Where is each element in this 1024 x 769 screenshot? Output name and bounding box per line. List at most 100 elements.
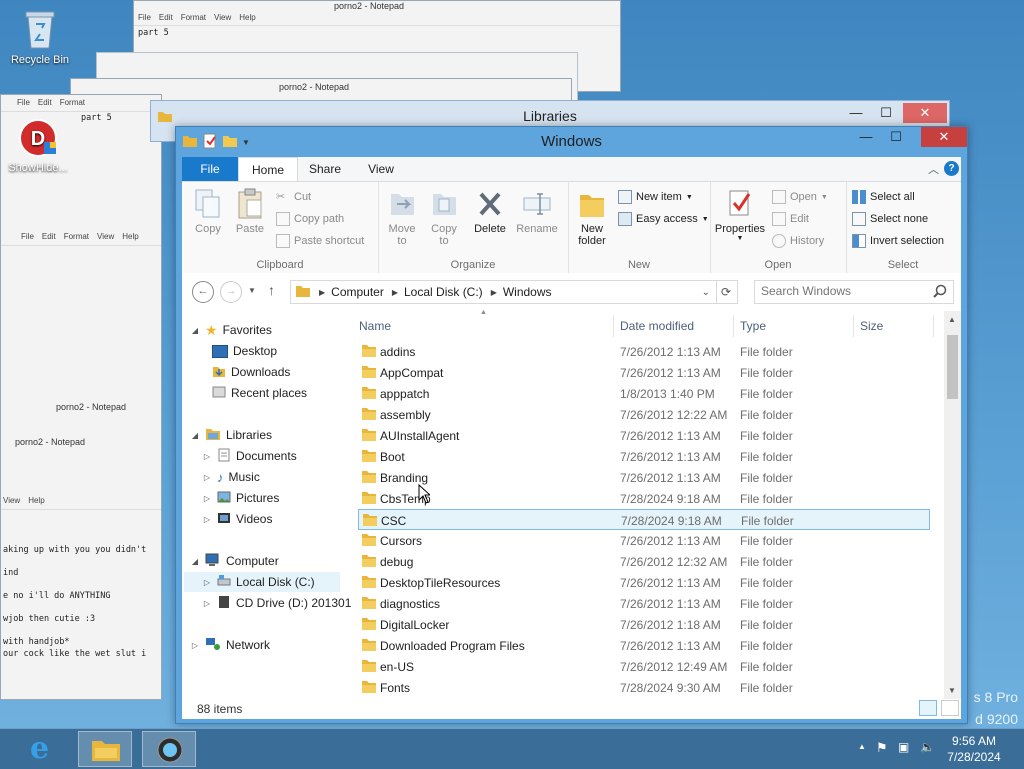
file-row[interactable]: DesktopTileResources 7/26/2012 1:13 AM Fil…: [358, 572, 930, 593]
collapse-ribbon-icon[interactable]: ︿: [928, 161, 939, 177]
nav-music[interactable]: ▷ ♪ Music: [202, 467, 260, 487]
nav-local-disk[interactable]: ▷ Local Disk (C:): [184, 572, 340, 592]
tab-share[interactable]: Share: [296, 157, 354, 181]
column-header-size[interactable]: Size: [860, 319, 883, 333]
rename-button[interactable]: Rename: [512, 186, 562, 235]
file-row[interactable]: CbsTemp 7/28/2024 9:18 AM File folder: [358, 488, 930, 509]
show-hidden-icons-icon[interactable]: ▲: [858, 742, 866, 751]
documents-icon: [217, 448, 231, 465]
file-row[interactable]: en-US 7/26/2012 12:49 AM File folder: [358, 656, 930, 677]
folder-icon: [362, 449, 376, 462]
file-row[interactable]: addins 7/26/2012 1:13 AM File folder: [358, 341, 930, 362]
breadcrumb-local-disk[interactable]: Local Disk (C:): [404, 285, 483, 299]
scroll-up-arrow[interactable]: ▲: [948, 315, 956, 324]
open-button[interactable]: Open ▼: [772, 188, 828, 206]
copy-path-button[interactable]: Copy path: [276, 210, 344, 228]
vertical-scrollbar[interactable]: ▲ ▼: [944, 311, 961, 699]
select-none-button[interactable]: Select none: [852, 210, 928, 228]
history-button[interactable]: History: [772, 232, 824, 250]
file-row[interactable]: Boot 7/26/2012 1:13 AM File folder: [358, 446, 930, 467]
scrollbar-thumb[interactable]: [947, 335, 958, 399]
paste-button[interactable]: Paste: [228, 186, 272, 235]
column-header-date[interactable]: Date modified: [620, 319, 694, 333]
edit-button[interactable]: Edit: [772, 210, 809, 228]
nav-cd-drive[interactable]: ▷ CD Drive (D:) 201301: [202, 593, 351, 613]
paste-shortcut-button[interactable]: Paste shortcut: [276, 232, 364, 250]
minimize-button[interactable]: —: [851, 127, 881, 147]
scroll-down-arrow[interactable]: ▼: [948, 686, 956, 695]
file-row[interactable]: Fonts 7/28/2024 9:30 AM File folder: [358, 677, 930, 698]
network-icon: [205, 637, 221, 654]
help-icon[interactable]: ?: [944, 161, 959, 176]
recent-locations-button[interactable]: ▼: [248, 286, 256, 295]
breadcrumb-computer[interactable]: Computer: [331, 285, 384, 299]
file-row[interactable]: diagnostics 7/26/2012 1:13 AM File folder: [358, 593, 930, 614]
tab-view[interactable]: View: [354, 157, 408, 181]
action-center-flag-icon[interactable]: ⚑: [876, 740, 888, 756]
cd-drive-icon: [217, 595, 231, 612]
volume-muted-icon[interactable]: 🔈: [920, 740, 935, 754]
nav-documents[interactable]: ▷ Documents: [202, 446, 297, 466]
address-bar[interactable]: ▶ Computer ▶ Local Disk (C:) ▶ Windows ⌄: [290, 280, 717, 304]
file-row[interactable]: AppCompat 7/26/2012 1:13 AM File folder: [358, 362, 930, 383]
taskbar-app[interactable]: [142, 731, 196, 767]
network-status-icon[interactable]: ▣: [898, 740, 909, 754]
title-bar[interactable]: ▼ Windows — ☐ ✕: [176, 127, 967, 157]
taskbar-internet-explorer[interactable]: e: [18, 731, 72, 767]
select-all-button[interactable]: Select all: [852, 188, 915, 206]
up-button[interactable]: ↑: [268, 282, 275, 298]
file-row[interactable]: debug 7/26/2012 12:32 AM File folder: [358, 551, 930, 572]
move-to-button[interactable]: Move to: [380, 186, 424, 247]
easy-access-button[interactable]: Easy access ▼: [618, 210, 709, 228]
cut-button[interactable]: ✂ Cut: [276, 188, 311, 206]
close-button[interactable]: ✕: [921, 127, 967, 147]
file-row[interactable]: AUInstallAgent 7/26/2012 1:13 AM File fold…: [358, 425, 930, 446]
invert-selection-button[interactable]: Invert selection: [852, 232, 944, 250]
new-item-button[interactable]: New item ▼: [618, 188, 693, 206]
search-icon[interactable]: [933, 284, 947, 301]
file-row[interactable]: apppatch 1/8/2013 1:40 PM File folder: [358, 383, 930, 404]
taskbar-clock[interactable]: 9:56 AM 7/28/2024: [944, 733, 1004, 765]
libraries-close-button[interactable]: ✕: [903, 103, 947, 123]
nav-pictures[interactable]: ▷ Pictures: [202, 488, 279, 508]
showhide-shortcut[interactable]: D ShowHide...: [0, 118, 76, 174]
back-button[interactable]: ←: [192, 281, 214, 303]
nav-libraries[interactable]: ◢ Libraries: [190, 425, 272, 445]
folder-icon: [362, 617, 376, 630]
file-row[interactable]: Branding 7/26/2012 1:13 AM File folder: [358, 467, 930, 488]
tab-home[interactable]: Home: [238, 157, 298, 183]
refresh-button[interactable]: ⟳: [715, 280, 738, 304]
copy-to-button[interactable]: Copy to: [422, 186, 466, 247]
tab-file[interactable]: File: [182, 157, 238, 181]
maximize-button[interactable]: ☐: [881, 127, 911, 147]
recycle-bin-shortcut[interactable]: Recycle Bin: [2, 6, 78, 66]
search-input[interactable]: [755, 281, 931, 301]
file-row[interactable]: Downloaded Program Files 7/26/2012 1:13 A…: [358, 635, 930, 656]
file-row[interactable]: Cursors 7/26/2012 1:13 AM File folder: [358, 530, 930, 551]
nav-recent-places[interactable]: Recent places: [212, 383, 307, 403]
file-row[interactable]: CSC 7/28/2024 9:18 AM File folder: [358, 509, 930, 530]
details-view-button[interactable]: [919, 700, 937, 716]
file-row[interactable]: DigitalLocker 7/26/2012 1:18 AM File folde…: [358, 614, 930, 635]
nav-downloads[interactable]: Downloads: [212, 362, 290, 382]
delete-button[interactable]: Delete: [468, 186, 512, 235]
libraries-minimize-button[interactable]: —: [841, 103, 871, 123]
nav-desktop[interactable]: Desktop: [212, 341, 277, 361]
select-none-icon: [852, 212, 866, 226]
forward-button[interactable]: →: [220, 281, 242, 303]
breadcrumb-windows[interactable]: Windows: [503, 285, 552, 299]
column-header-name[interactable]: Name: [359, 319, 391, 333]
nav-computer[interactable]: ◢ Computer: [190, 551, 279, 571]
new-folder-button[interactable]: New folder: [570, 186, 614, 247]
column-header-type[interactable]: Type: [740, 319, 766, 333]
taskbar-file-explorer[interactable]: [78, 731, 132, 767]
chevron-down-icon[interactable]: ⌄: [702, 287, 710, 298]
nav-network[interactable]: ▷ Network: [190, 635, 270, 655]
nav-favorites[interactable]: ◢ ★ Favorites: [190, 320, 272, 340]
file-row[interactable]: assembly 7/26/2012 12:22 AM File folder: [358, 404, 930, 425]
large-icons-view-button[interactable]: [941, 700, 959, 716]
copy-button[interactable]: Copy: [186, 186, 230, 235]
nav-videos[interactable]: ▷ Videos: [202, 509, 273, 529]
libraries-maximize-button[interactable]: ☐: [871, 103, 901, 123]
properties-button[interactable]: Properties ▼: [712, 186, 768, 242]
